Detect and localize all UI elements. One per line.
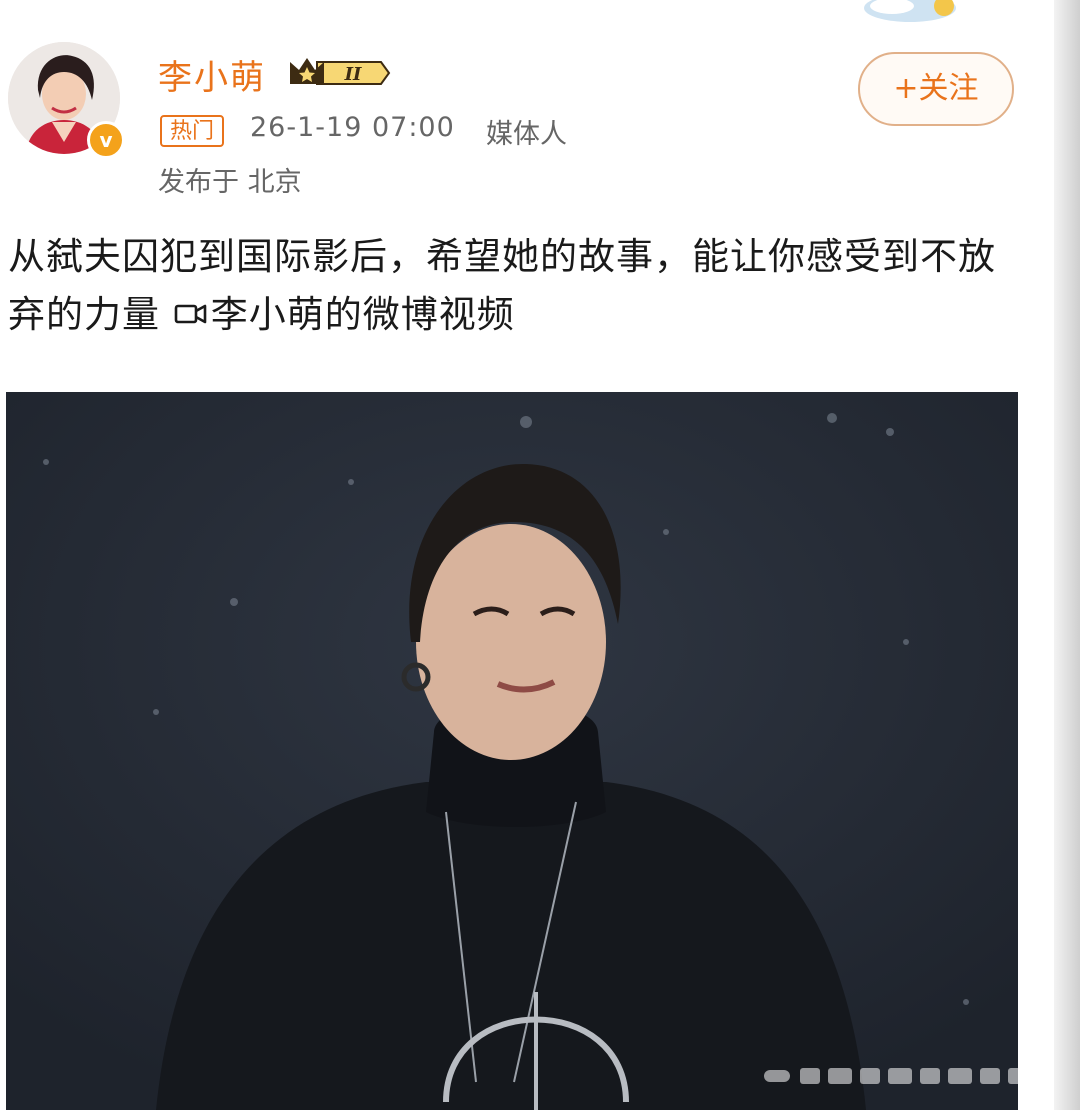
post-source: 媒体人	[486, 119, 567, 150]
crown-vip-icon: II	[290, 58, 391, 85]
vip-level: II	[344, 64, 362, 85]
video-thumbnail[interactable]	[6, 392, 1018, 1110]
video-camera-icon	[174, 304, 207, 324]
post-text: 从弑夫囚犯到国际影后，希望她的故事，能让你感受到不放弃的力量 李小萌的微博视频	[8, 228, 1018, 344]
post-timestamp: 26-1-19 07:00	[250, 112, 455, 143]
follow-button[interactable]: +关注	[858, 52, 1014, 126]
verified-v-icon: v	[87, 121, 125, 159]
screen-edge	[1054, 0, 1080, 1110]
watermark	[760, 1056, 1040, 1096]
post-location: 发布于 北京	[158, 167, 302, 198]
hot-tag: 热门	[160, 115, 225, 147]
decoration-graphic	[864, 0, 956, 22]
author-name[interactable]: 李小萌	[158, 50, 266, 99]
video-link[interactable]: 李小萌的微博视频	[173, 293, 515, 336]
video-link-label: 李小萌的微博视频	[210, 293, 515, 336]
